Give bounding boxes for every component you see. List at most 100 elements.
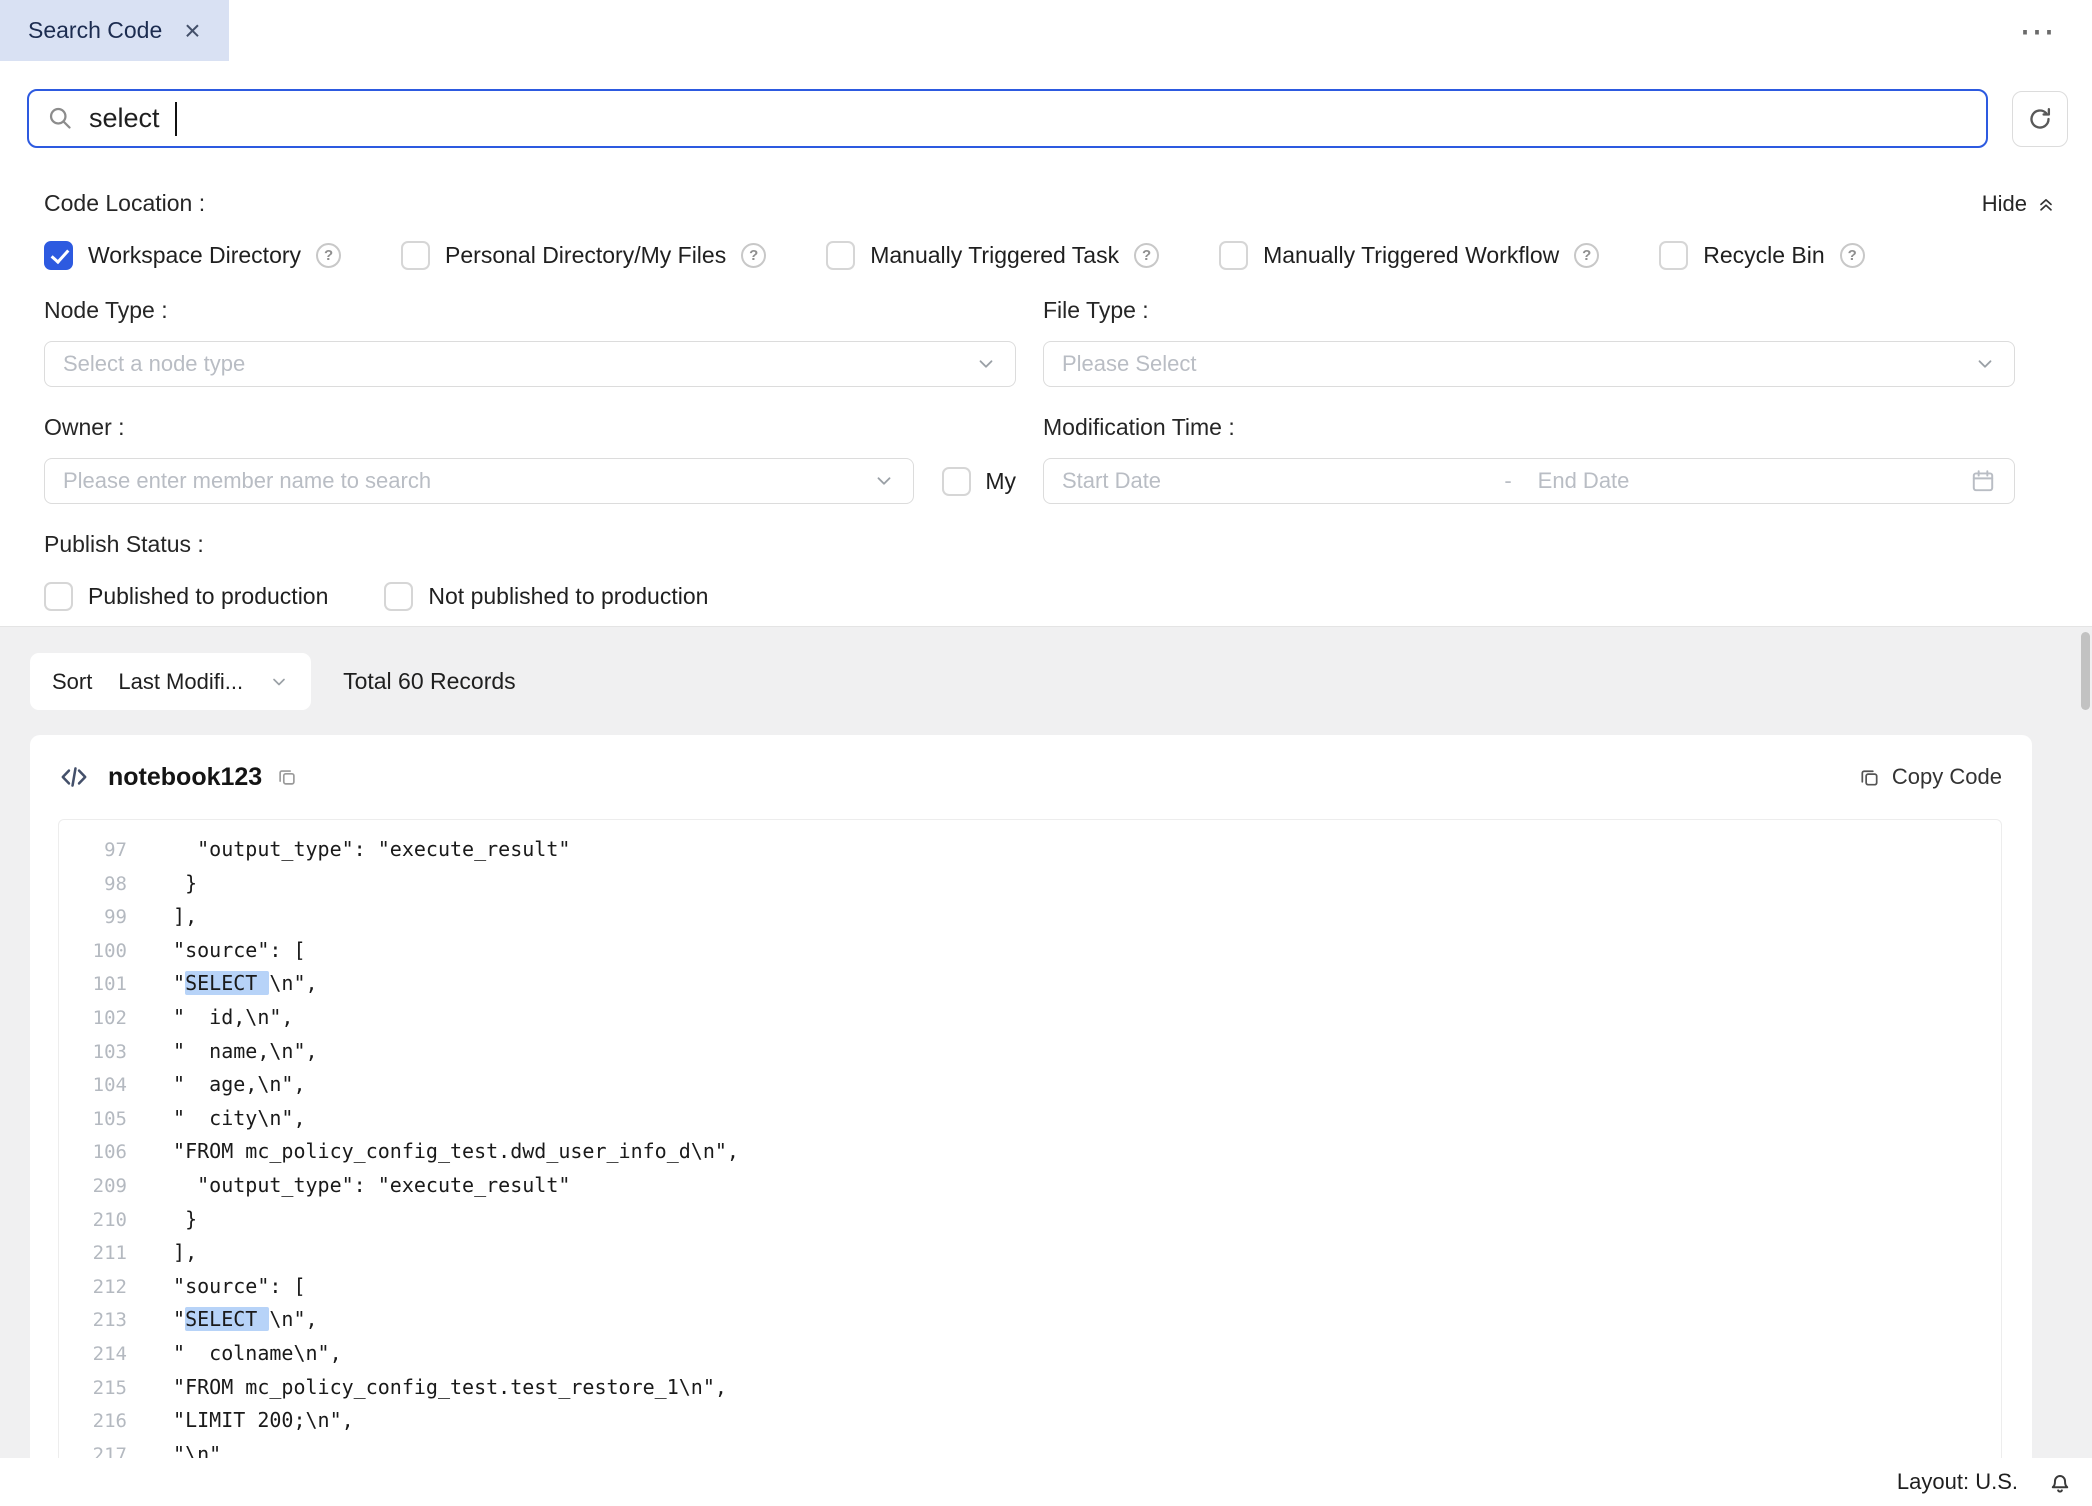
sort-control[interactable]: Sort Last Modifi... bbox=[30, 653, 311, 710]
checkbox[interactable] bbox=[826, 241, 855, 270]
code-file-icon bbox=[58, 761, 90, 793]
copy-icon bbox=[1858, 766, 1881, 789]
owner-select[interactable]: Please enter member name to search bbox=[44, 458, 914, 504]
bell-icon[interactable] bbox=[2046, 1468, 2074, 1496]
scrollbar-thumb[interactable] bbox=[2081, 632, 2090, 710]
notebook-title[interactable]: notebook123 bbox=[108, 763, 262, 792]
tab-label: Search Code bbox=[28, 17, 162, 44]
line-content: "output_type": "execute_result" bbox=[161, 1169, 570, 1202]
checkbox-personal-directory[interactable]: Personal Directory/My Files bbox=[401, 241, 766, 270]
checkbox-manually-triggered-workflow[interactable]: Manually Triggered Workflow bbox=[1219, 241, 1599, 270]
file-type-placeholder: Please Select bbox=[1062, 351, 1197, 377]
search-input[interactable]: select bbox=[27, 89, 1988, 148]
start-date-placeholder: Start Date bbox=[1062, 468, 1494, 494]
owner-row: Please enter member name to search My bbox=[44, 458, 1016, 504]
date-separator: - bbox=[1494, 468, 1521, 494]
sort-label: Sort bbox=[52, 669, 92, 695]
code-line: 216 "LIMIT 200;\n", bbox=[71, 1404, 2001, 1438]
code-line: 215 "FROM mc_policy_config_test.test_res… bbox=[71, 1371, 2001, 1405]
checkbox[interactable] bbox=[44, 582, 73, 611]
total-records: Total 60 Records bbox=[343, 668, 516, 695]
checkbox-workspace-directory[interactable]: Workspace Directory bbox=[44, 241, 341, 270]
sort-row: Sort Last Modifi... Total 60 Records bbox=[30, 653, 2032, 710]
hide-filters-button[interactable]: Hide bbox=[1982, 191, 2056, 217]
line-number: 97 bbox=[71, 834, 127, 867]
help-icon[interactable] bbox=[316, 243, 341, 268]
search-match-highlight: SELECT bbox=[185, 1307, 269, 1331]
line-content: } bbox=[161, 867, 197, 900]
checkbox-label: Recycle Bin bbox=[1703, 242, 1824, 269]
date-range-picker[interactable]: Start Date - End Date bbox=[1043, 458, 2015, 504]
tab-search-code[interactable]: Search Code × bbox=[0, 0, 229, 61]
checkbox[interactable] bbox=[1219, 241, 1248, 270]
line-content: "LIMIT 200;\n", bbox=[161, 1404, 354, 1437]
tab-bar: Search Code × ⋯ bbox=[0, 0, 2092, 61]
checkbox-published-to-production[interactable]: Published to production bbox=[44, 582, 328, 611]
checkbox-label: Personal Directory/My Files bbox=[445, 242, 726, 269]
file-type-select[interactable]: Please Select bbox=[1043, 341, 2015, 387]
chevron-down-icon bbox=[975, 353, 997, 375]
copy-code-label: Copy Code bbox=[1892, 764, 2002, 790]
line-number: 216 bbox=[71, 1405, 127, 1438]
modification-time-label: Modification Time : bbox=[1043, 414, 1235, 440]
checkbox[interactable] bbox=[942, 467, 971, 496]
checkbox-not-published-to-production[interactable]: Not published to production bbox=[384, 582, 708, 611]
copy-code-button[interactable]: Copy Code bbox=[1858, 764, 2002, 790]
checkbox-label: Manually Triggered Workflow bbox=[1263, 242, 1559, 269]
code-line: 97 "output_type": "execute_result" bbox=[71, 833, 2001, 867]
publish-status-options: Published to production Not published to… bbox=[44, 582, 2056, 611]
line-content: "source": [ bbox=[161, 1270, 306, 1303]
layout-indicator[interactable]: Layout: U.S. bbox=[1897, 1469, 2018, 1495]
checkbox[interactable] bbox=[1659, 241, 1688, 270]
line-number: 104 bbox=[71, 1069, 127, 1102]
line-number: 100 bbox=[71, 935, 127, 968]
checkbox[interactable] bbox=[401, 241, 430, 270]
code-line: 212 "source": [ bbox=[71, 1270, 2001, 1304]
checkbox[interactable] bbox=[44, 241, 73, 270]
line-content: "FROM mc_policy_config_test.dwd_user_inf… bbox=[161, 1135, 739, 1168]
code-line: 104 " age,\n", bbox=[71, 1068, 2001, 1102]
file-type-label: File Type : bbox=[1043, 297, 1149, 323]
code-line: 214 " colname\n", bbox=[71, 1337, 2001, 1371]
line-number: 103 bbox=[71, 1036, 127, 1069]
help-icon[interactable] bbox=[1840, 243, 1865, 268]
search-row: select bbox=[27, 89, 2068, 148]
code-location-row: Code Location : Hide bbox=[44, 190, 2056, 217]
code-line: 100 "source": [ bbox=[71, 934, 2001, 968]
line-content: } bbox=[161, 1203, 197, 1236]
code-line: 210 } bbox=[71, 1203, 2001, 1237]
line-number: 209 bbox=[71, 1170, 127, 1203]
chevron-down-icon bbox=[1974, 353, 1996, 375]
checkbox-label: Not published to production bbox=[428, 583, 708, 610]
line-number: 105 bbox=[71, 1103, 127, 1136]
code-line: 213 "SELECT \n", bbox=[71, 1303, 2001, 1337]
checkbox-recycle-bin[interactable]: Recycle Bin bbox=[1659, 241, 1864, 270]
checkbox-my[interactable]: My bbox=[942, 467, 1016, 496]
code-location-label: Code Location : bbox=[44, 190, 205, 217]
code-lines: 97 "output_type": "execute_result"98 }99… bbox=[71, 833, 2001, 1462]
more-menu-icon[interactable]: ⋯ bbox=[2019, 13, 2092, 49]
line-content: " age,\n", bbox=[161, 1068, 306, 1101]
filter-grid: Node Type : Select a node type File Type… bbox=[44, 270, 2015, 504]
node-type-select[interactable]: Select a node type bbox=[44, 341, 1016, 387]
checkbox-label: Workspace Directory bbox=[88, 242, 301, 269]
code-line: 101 "SELECT \n", bbox=[71, 967, 2001, 1001]
help-icon[interactable] bbox=[1574, 243, 1599, 268]
copy-title-icon[interactable] bbox=[276, 766, 298, 788]
code-block[interactable]: 97 "output_type": "execute_result"98 }99… bbox=[58, 819, 2002, 1462]
refresh-icon bbox=[2026, 105, 2054, 133]
line-content: " id,\n", bbox=[161, 1001, 293, 1034]
search-icon bbox=[47, 105, 74, 132]
refresh-button[interactable] bbox=[2012, 91, 2068, 147]
help-icon[interactable] bbox=[741, 243, 766, 268]
checkbox[interactable] bbox=[384, 582, 413, 611]
close-icon[interactable]: × bbox=[184, 17, 200, 45]
help-icon[interactable] bbox=[1134, 243, 1159, 268]
code-line: 103 " name,\n", bbox=[71, 1035, 2001, 1069]
line-number: 212 bbox=[71, 1271, 127, 1304]
checkbox-manually-triggered-task[interactable]: Manually Triggered Task bbox=[826, 241, 1159, 270]
search-value: select bbox=[89, 103, 160, 134]
code-line: 98 } bbox=[71, 867, 2001, 901]
owner-label: Owner : bbox=[44, 414, 125, 440]
code-location-options: Workspace Directory Personal Directory/M… bbox=[44, 241, 2056, 270]
